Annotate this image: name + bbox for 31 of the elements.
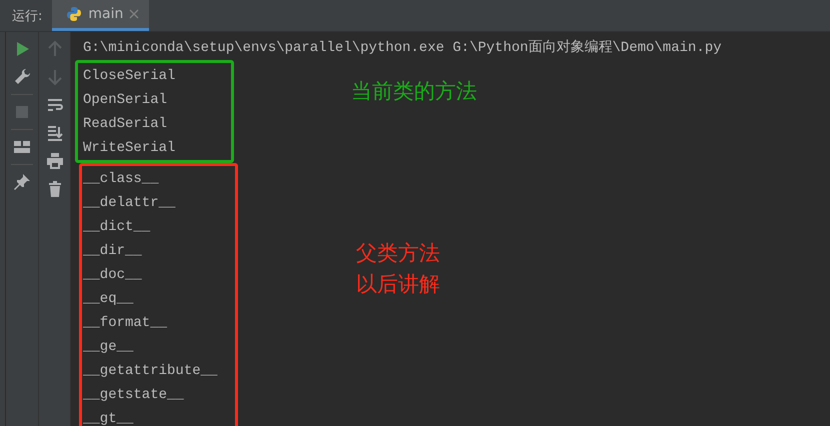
wrap-icon	[46, 96, 64, 114]
annotation-text: 父类方法	[356, 241, 440, 269]
arrow-down-icon	[46, 68, 64, 86]
output-line: __gt__	[83, 411, 134, 426]
wrench-icon	[13, 68, 31, 86]
output-line: WriteSerial	[83, 140, 176, 156]
output-line: __dir__	[83, 243, 142, 259]
output-line: __getstate__	[83, 387, 184, 403]
pin-icon	[13, 173, 31, 191]
scroll-end-icon	[46, 124, 64, 142]
printer-icon	[46, 152, 64, 170]
python-icon	[66, 6, 82, 22]
arrow-up-icon	[46, 40, 64, 58]
output-line: OpenSerial	[83, 92, 168, 108]
output-line: __class__	[83, 171, 159, 187]
output-line: __delattr__	[83, 195, 176, 211]
output-line: __format__	[83, 315, 168, 331]
output-line: __getattribute__	[83, 363, 218, 379]
run-tab[interactable]: main	[52, 0, 150, 31]
annotation-text: 以后讲解	[356, 272, 440, 300]
output-line: __eq__	[83, 291, 134, 307]
output-line: __dict__	[83, 219, 150, 235]
output-line: __ge__	[83, 339, 134, 355]
annotation-text: 当前类的方法	[351, 79, 477, 107]
layout-icon	[13, 138, 31, 156]
output-line: ReadSerial	[83, 116, 168, 132]
stop-icon	[13, 103, 31, 121]
command-line: G:\miniconda\setup\envs\parallel\python.exe G:\Python面向对象编程\Demo\main.py	[83, 40, 722, 56]
run-label: 运行:	[11, 8, 44, 26]
output-line: CloseSerial	[83, 68, 176, 84]
output-line: __doc__	[83, 267, 142, 283]
